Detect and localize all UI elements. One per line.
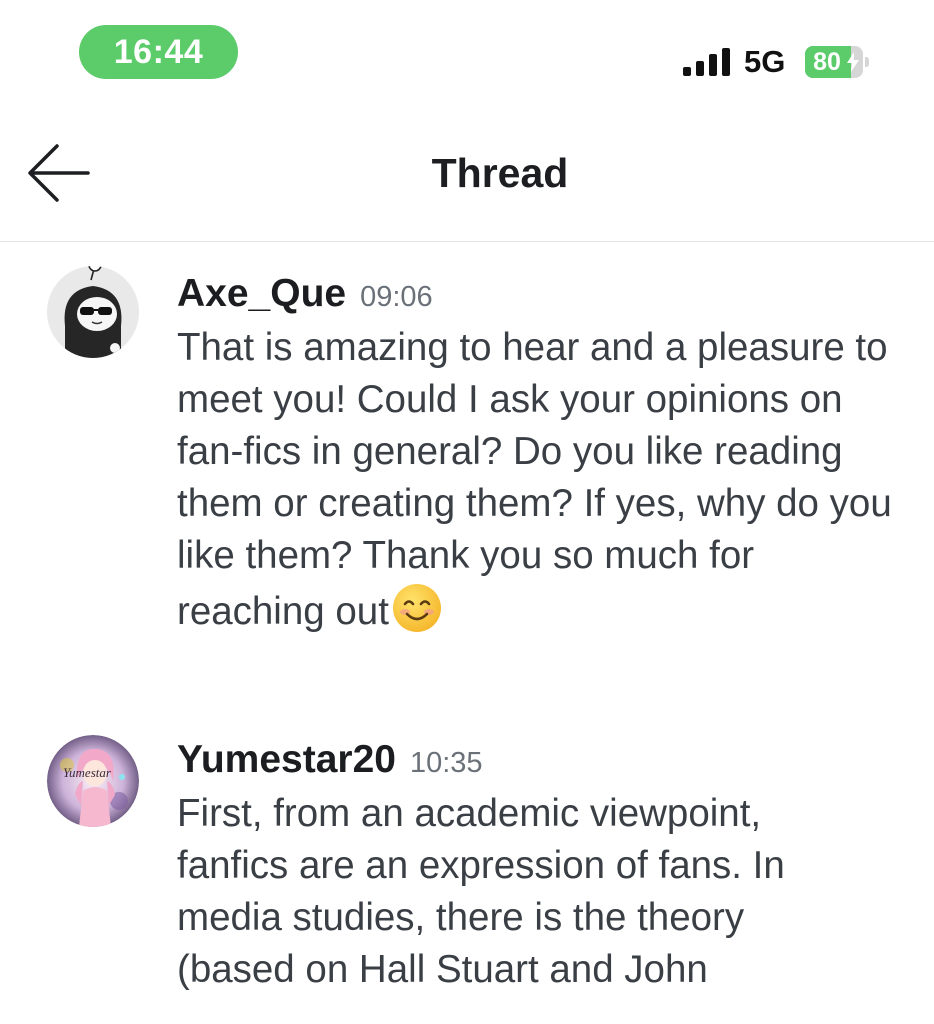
message-timestamp: 10:35 [409,747,483,779]
avatar[interactable]: Yumestar [47,735,139,827]
battery-level: 80 [813,48,841,76]
message-text-block: That is amazing to hear and a pleasure t… [177,322,907,638]
network-type: 5G [744,44,786,79]
status-time: 16:44 [79,25,238,79]
message-text: First, from an academic viewpoint, fanfi… [177,792,785,991]
battery-nub [865,57,869,67]
thread-screen: 16:44 5G 80 Thread Axe_Que 09:06 That is… [0,0,934,1024]
smiling-face-emoji-icon [392,584,441,632]
message-author[interactable]: Axe_Que [177,272,346,316]
message-header: Axe_Que 09:06 [177,272,433,316]
avatar-caption: Yumestar [63,765,111,780]
message-author[interactable]: Yumestar20 [177,738,396,782]
avatar[interactable] [47,266,139,358]
message-header: Yumestar20 10:35 [177,738,483,782]
battery-indicator: 80 [805,46,869,78]
message-text-block: First, from an academic viewpoint, fanfi… [177,788,817,996]
page-title: Thread [431,150,569,196]
hooded-figure-avatar-icon [47,266,139,358]
message-text: That is amazing to hear and a pleasure t… [177,326,892,633]
message-timestamp: 09:06 [360,281,433,313]
cellular-signal-icon [683,48,730,76]
charging-bolt-icon [847,52,859,72]
anime-girl-avatar-icon [47,735,139,827]
header-divider [0,241,934,242]
